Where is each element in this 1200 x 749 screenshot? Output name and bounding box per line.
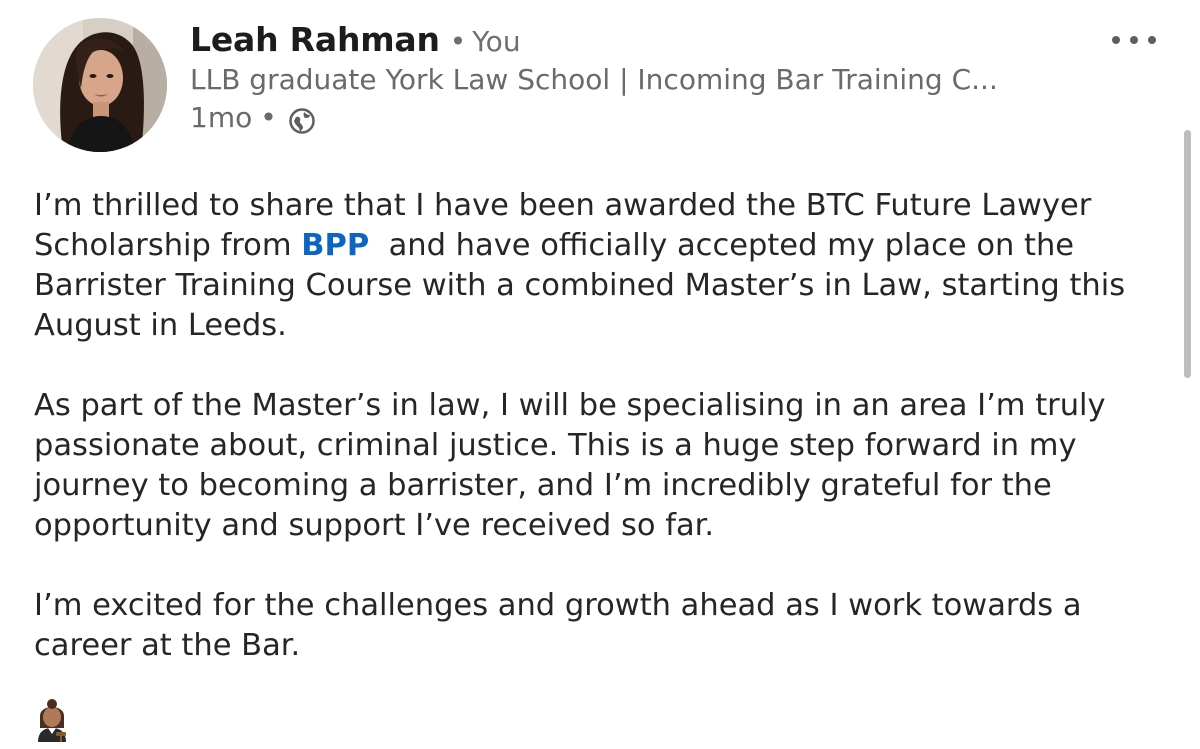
linkedin-post: Leah Rahman • You LLB graduate York Law Sc…	[0, 0, 1200, 749]
author-separator: •	[449, 25, 467, 58]
more-horizontal-icon	[1148, 36, 1156, 44]
post-timestamp: 1mo	[190, 101, 253, 134]
mention-link-bpp[interactable]: BPP	[301, 228, 369, 263]
meta-separator: •	[260, 101, 277, 134]
more-horizontal-icon	[1112, 36, 1120, 44]
woman-judge-emoji-icon	[34, 698, 70, 742]
author-headline: LLB graduate York Law School | Incoming …	[190, 63, 998, 96]
author-name[interactable]: Leah Rahman	[190, 20, 440, 59]
scrollbar[interactable]	[1184, 130, 1191, 378]
post-meta: 1mo •	[190, 98, 315, 138]
author-relationship: You	[472, 25, 521, 58]
post-body: I’m thrilled to share that I have been a…	[34, 186, 1179, 706]
post-paragraph: I’m thrilled to share that I have been a…	[34, 186, 1179, 346]
globe-icon	[289, 105, 315, 134]
more-horizontal-icon	[1130, 36, 1138, 44]
post-paragraph: As part of the Master’s in law, I will b…	[34, 388, 1106, 543]
post-paragraph: I’m excited for the challenges and growt…	[34, 588, 1082, 663]
more-options-button[interactable]	[1112, 28, 1156, 52]
avatar[interactable]	[33, 18, 167, 152]
